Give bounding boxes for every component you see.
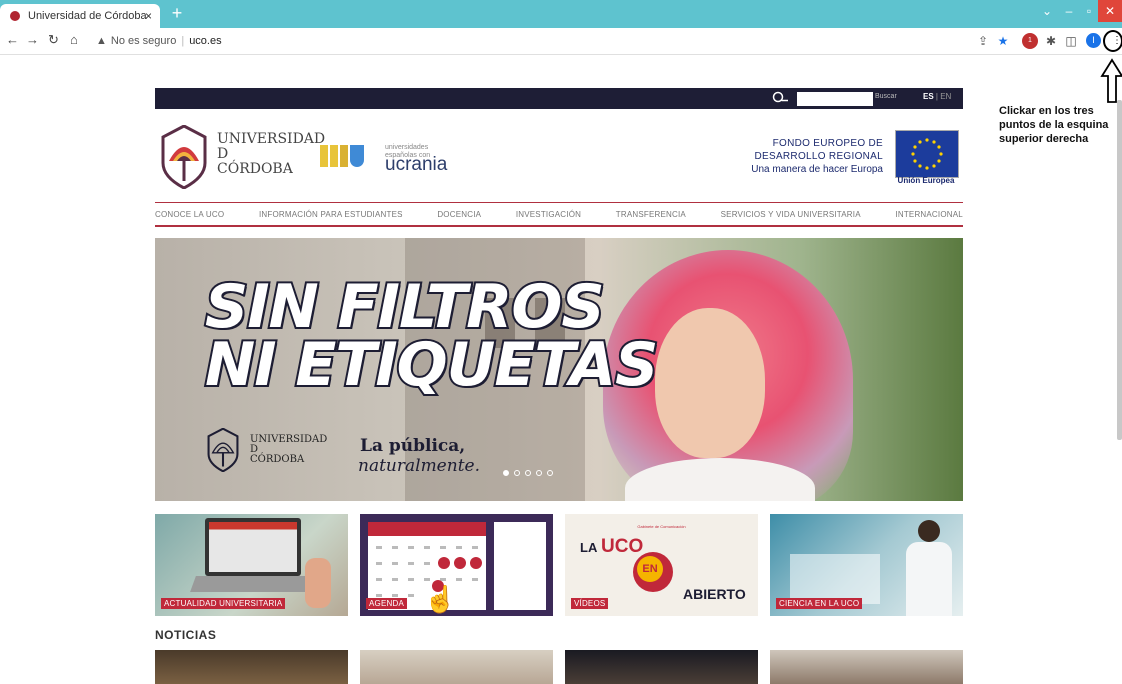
- hero-tagline-2: naturalmente.: [358, 456, 480, 476]
- site-top-bar: Buscar ES | EN: [155, 88, 963, 109]
- hero-crest-icon: [207, 428, 239, 472]
- close-window-icon[interactable]: ✕: [1098, 0, 1122, 22]
- carousel-dot[interactable]: [547, 470, 553, 476]
- menu-item-internacional[interactable]: INTERNACIONAL: [895, 210, 963, 219]
- menu-item-transferencia[interactable]: TRANSFERENCIA: [616, 210, 686, 219]
- hero-photo-face: [655, 308, 765, 458]
- arrow-up-icon: [1100, 58, 1122, 103]
- side-panel-icon[interactable]: ◫: [1064, 34, 1078, 48]
- news-item[interactable]: [565, 650, 758, 684]
- browser-tab-strip: Universidad de Córdoba × + ⌄ – ▫ ✕: [0, 0, 1122, 28]
- carousel-dots: [503, 470, 553, 476]
- videos-title-d: ABIERTO: [683, 586, 746, 602]
- extension-badge: 1: [1028, 37, 1032, 44]
- profile-avatar[interactable]: I: [1086, 33, 1101, 48]
- card-ciencia[interactable]: CIENCIA EN LA UCO: [770, 514, 963, 616]
- warning-icon: ▲: [96, 35, 107, 47]
- bookmark-star-icon[interactable]: ★: [996, 34, 1010, 48]
- card-actualidad[interactable]: ACTUALIDAD UNIVERSITARIA: [155, 514, 348, 616]
- carousel-dot[interactable]: [525, 470, 531, 476]
- card-label-videos: VÍDEOS: [571, 598, 609, 609]
- scrollbar[interactable]: [1117, 100, 1122, 440]
- hand-phone: [305, 558, 331, 608]
- menu-item-investigacion[interactable]: INVESTIGACIÓN: [516, 210, 581, 219]
- language-switch: ES | EN: [923, 92, 952, 101]
- videos-title-b: UCO: [601, 536, 644, 557]
- carousel-dot[interactable]: [536, 470, 542, 476]
- feder-text: FONDO EUROPEO DE DESARROLLO REGIONAL Una…: [751, 138, 883, 175]
- card-label-ciencia: CIENCIA EN LA UCO: [776, 598, 863, 609]
- hand-cursor-icon: ☝: [424, 584, 457, 614]
- menu-item-conoce[interactable]: CONOCE LA UCO: [155, 210, 224, 219]
- minimize-icon[interactable]: –: [1060, 0, 1078, 22]
- kebab-menu-icon[interactable]: ⋮: [1112, 36, 1122, 46]
- news-heading: NOTICIAS: [155, 628, 217, 642]
- carousel-dot[interactable]: [503, 470, 509, 476]
- maximize-icon[interactable]: ▫: [1080, 0, 1098, 22]
- search-button[interactable]: Buscar: [875, 93, 897, 100]
- forward-icon[interactable]: →: [26, 32, 39, 47]
- browser-toolbar: ← → ↻ ⌂ ▲ No es seguro | uco.es ⇪ ★ 1 ✱ …: [0, 28, 1122, 55]
- ucrania-logo-icon: [320, 145, 364, 167]
- lang-es-link[interactable]: ES: [923, 92, 934, 101]
- card-label-actualidad: ACTUALIDAD UNIVERSITARIA: [161, 598, 286, 609]
- card-agenda[interactable]: ☝ AGENDA: [360, 514, 553, 616]
- share-icon[interactable]: ⇪: [976, 34, 990, 48]
- search-icon[interactable]: [772, 91, 790, 105]
- security-label: No es seguro: [110, 35, 177, 47]
- back-icon[interactable]: ←: [6, 32, 19, 47]
- hero-banner[interactable]: SIN FILTROS NI ETIQUETAS UNIVERSIDAD D C…: [155, 238, 963, 501]
- site-header: UNIVERSIDAD D CÓRDOBA universidades espa…: [155, 112, 963, 200]
- reload-icon[interactable]: ↻: [48, 32, 59, 48]
- news-item[interactable]: [360, 650, 553, 684]
- tab-search-icon[interactable]: ⌄: [1038, 0, 1056, 22]
- address-bar[interactable]: ▲ No es seguro | uco.es: [96, 32, 222, 50]
- lang-en-link[interactable]: EN: [940, 92, 951, 101]
- new-tab-button[interactable]: +: [168, 4, 186, 22]
- lab-equipment: [790, 554, 880, 604]
- scientist-coat: [906, 542, 952, 616]
- news-item[interactable]: [155, 650, 348, 684]
- tab-close-icon[interactable]: ×: [145, 9, 152, 23]
- card-videos[interactable]: Gabinete de Comunicación LA UCO EN ABIER…: [565, 514, 758, 616]
- instruction-note: Clickar en los tres puntos de la esquina…: [999, 105, 1109, 145]
- laptop-screen: [205, 518, 301, 576]
- search-input[interactable]: [797, 92, 873, 106]
- favicon-icon: [10, 11, 20, 21]
- agenda-list-graphic: [494, 522, 546, 610]
- card-label-agenda: AGENDA: [366, 598, 407, 609]
- uco-crest-icon[interactable]: [161, 125, 207, 189]
- browser-tab[interactable]: Universidad de Córdoba ×: [0, 4, 160, 28]
- main-menu: CONOCE LA UCO INFORMACIÓN PARA ESTUDIANT…: [155, 202, 963, 227]
- menu-item-servicios[interactable]: SERVICIOS Y VIDA UNIVERSITARIA: [721, 210, 861, 219]
- tab-title: Universidad de Córdoba: [28, 10, 147, 22]
- videos-header: Gabinete de Comunicación: [637, 524, 686, 529]
- videos-title-a: LA: [580, 540, 598, 555]
- ucrania-word[interactable]: ucrania: [385, 154, 447, 176]
- hero-tagline-1: La pública,: [360, 436, 466, 456]
- url-text: uco.es: [189, 35, 222, 47]
- home-icon[interactable]: ⌂: [70, 32, 78, 47]
- laptop-keyboard: [190, 576, 316, 592]
- scientist-head: [918, 520, 940, 542]
- hero-slogan: SIN FILTROS NI ETIQUETAS: [203, 272, 660, 400]
- menu-item-docencia[interactable]: DOCENCIA: [437, 210, 481, 219]
- university-name[interactable]: UNIVERSIDAD D CÓRDOBA: [217, 132, 325, 177]
- news-item[interactable]: [770, 650, 963, 684]
- menu-item-estudiantes[interactable]: INFORMACIÓN PARA ESTUDIANTES: [259, 210, 403, 219]
- eu-label: Unión Europea: [897, 176, 955, 185]
- eu-flag-icon: [895, 130, 959, 178]
- extensions-puzzle-icon[interactable]: ✱: [1044, 34, 1058, 48]
- videos-circle: EN: [633, 552, 673, 592]
- hero-university-name: UNIVERSIDAD D CÓRDOBA: [250, 434, 328, 465]
- extension-icon[interactable]: 1: [1022, 33, 1038, 49]
- carousel-dot[interactable]: [514, 470, 520, 476]
